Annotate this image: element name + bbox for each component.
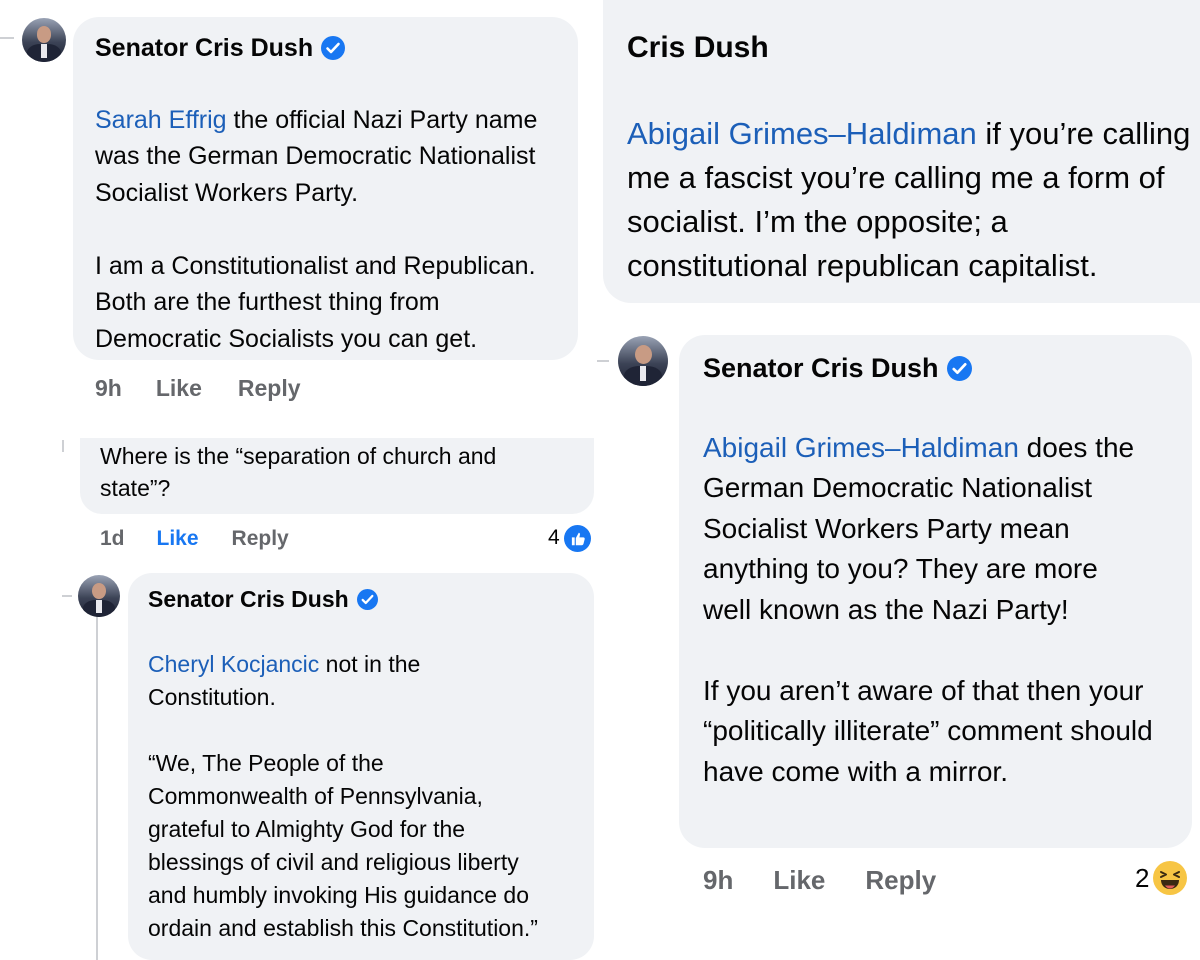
comment-actions: 9h Like Reply [95,372,301,404]
reaction-summary[interactable]: 4 [548,523,591,553]
verified-badge-icon [356,588,378,610]
thread-line [96,612,98,960]
reaction-summary[interactable]: 2 [1135,860,1188,896]
comment-bubble: Cris Dush Abigail Grimes–Haldiman if you… [603,0,1200,303]
comment-text: Where is the “separation of church and s… [100,443,497,501]
haha-reaction-icon [1153,861,1188,895]
comment-bubble: Senator Cris Dush Cheryl Kocjancic not i… [128,573,594,960]
avatar[interactable] [22,18,66,62]
comment-text: Abigail Grimes–Haldiman if you’re callin… [627,116,1191,283]
like-button[interactable]: Like [773,862,825,898]
comment-bubble: Senator Cris Dush Sarah Effrig the offic… [73,17,578,360]
thread-line [62,595,72,597]
comment-timestamp[interactable]: 9h [95,372,122,404]
verified-badge-icon [946,355,972,381]
author-name[interactable]: Senator Cris Dush [95,31,313,65]
comment-text: Cheryl Kocjancic not in the Constitution… [148,651,538,941]
comment-timestamp[interactable]: 1d [100,524,125,554]
avatar[interactable] [618,336,668,386]
thread-line [62,440,64,452]
mention-link[interactable]: Cheryl Kocjancic [148,651,319,677]
like-reaction-icon [563,524,591,552]
comment-author[interactable]: Senator Cris Dush [95,31,556,65]
reaction-count: 2 [1135,863,1150,893]
comment-actions: 1d Like Reply [100,524,289,554]
author-name[interactable]: Senator Cris Dush [148,583,349,615]
like-button[interactable]: Like [157,524,199,554]
thread-line [597,360,609,362]
avatar[interactable] [78,575,120,617]
like-button[interactable]: Like [156,372,202,404]
reply-button[interactable]: Reply [238,372,301,404]
mention-link[interactable]: Abigail Grimes–Haldiman [703,432,1019,463]
mention-link[interactable]: Sarah Effrig [95,106,227,134]
comment-bubble: Where is the “separation of church and s… [80,438,594,514]
comment-timestamp[interactable]: 9h [703,862,733,898]
comment-author[interactable]: Senator Cris Dush [703,349,1170,387]
verified-badge-icon [321,36,346,60]
comment-author[interactable]: Senator Cris Dush [148,583,574,615]
author-name[interactable]: Senator Cris Dush [703,349,939,387]
thread-line [0,37,14,39]
mention-link[interactable]: Abigail Grimes–Haldiman [627,116,977,151]
reaction-count: 4 [548,526,560,549]
reply-button[interactable]: Reply [232,524,289,554]
reply-button[interactable]: Reply [865,862,936,898]
comment-text: Sarah Effrig the official Nazi Party nam… [95,105,538,353]
comment-text: Abigail Grimes–Haldiman does the German … [703,431,1153,787]
comment-actions: 9h Like Reply [703,862,936,898]
comment-author[interactable]: Cris Dush [627,28,1200,68]
comment-bubble: Senator Cris Dush Abigail Grimes–Haldima… [679,335,1192,848]
